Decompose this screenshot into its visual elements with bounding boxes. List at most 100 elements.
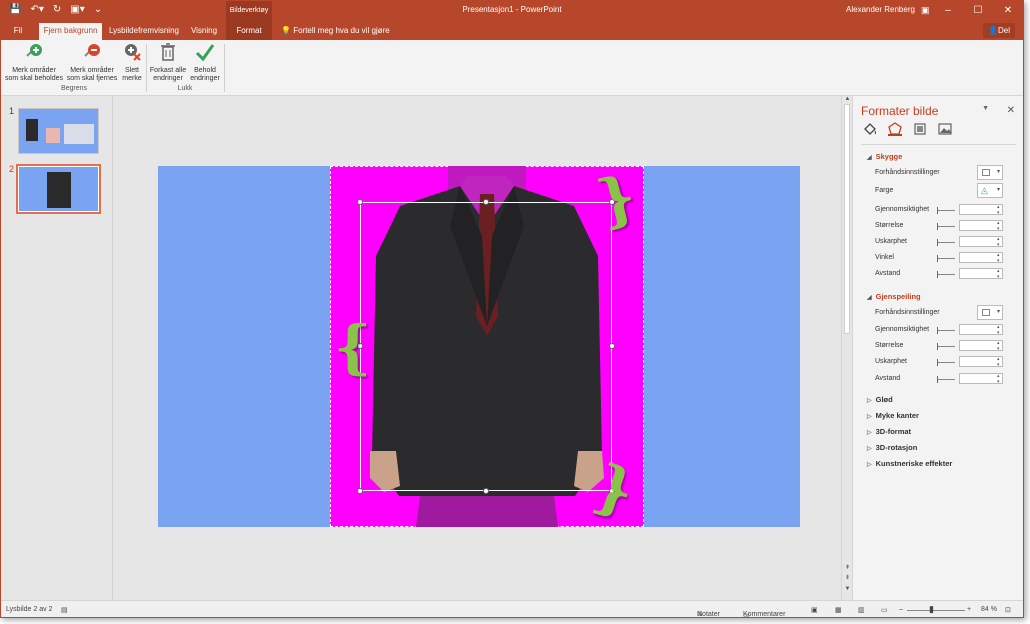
slideshow-view-icon[interactable]: ▭ bbox=[881, 606, 888, 614]
suit-photo[interactable]: } { } bbox=[330, 161, 644, 527]
zoom-slider-thumb[interactable]: ▮ bbox=[929, 604, 934, 615]
delete-mark-button[interactable]: Slett merke bbox=[119, 42, 145, 83]
ribbon-options-icon[interactable]: ▣ bbox=[921, 5, 930, 16]
slide-canvas[interactable]: } { } bbox=[158, 161, 800, 527]
tell-me-search[interactable]: 💡 Fortell meg hva du vil gjøre bbox=[281, 26, 390, 35]
shadow-presets-dropdown[interactable]: ▾ bbox=[977, 165, 1003, 180]
reflection-presets-dropdown[interactable]: ▾ bbox=[977, 305, 1003, 320]
shadow-color-picker[interactable]: ◬ ▾ bbox=[977, 183, 1003, 198]
ribbon-display-options: ▣ bbox=[921, 5, 930, 16]
tab-format[interactable]: Format bbox=[226, 20, 272, 40]
section-label: 3D-format bbox=[875, 427, 912, 436]
pane-options-icon[interactable]: ▼ bbox=[982, 105, 989, 112]
user-name[interactable]: Alexander Renberg bbox=[846, 5, 915, 14]
person-icon: 👤 bbox=[988, 26, 998, 35]
shadow-color-label: Farge bbox=[875, 187, 894, 194]
zoom-level[interactable]: 84 % bbox=[981, 606, 997, 613]
slide-count: Lysbilde 2 av 2 bbox=[6, 606, 53, 613]
share-button[interactable]: 👤Del bbox=[983, 23, 1015, 38]
reflection-blur-input[interactable] bbox=[959, 356, 1003, 368]
reflection-distance-input[interactable] bbox=[959, 373, 1003, 385]
reflection-blur-slider[interactable] bbox=[937, 359, 955, 366]
shadow-blur-input[interactable] bbox=[959, 236, 1003, 248]
pane-category-tabs bbox=[863, 122, 952, 136]
slide-editing-area: } { } bbox=[114, 96, 841, 600]
tab-file[interactable]: Fil bbox=[5, 23, 31, 40]
resize-handle[interactable] bbox=[609, 343, 615, 349]
resize-handle[interactable] bbox=[483, 199, 489, 205]
reflection-size-input[interactable] bbox=[959, 340, 1003, 352]
comments-label: Kommentarer bbox=[743, 611, 786, 618]
keep-changes-button[interactable]: Behold endringer bbox=[187, 42, 223, 83]
reading-view-icon[interactable]: ▥ bbox=[858, 606, 865, 614]
soft-edges-section-header[interactable]: ▷ Myke kanter bbox=[867, 411, 919, 420]
thumbnail-number: 2 bbox=[9, 164, 15, 174]
mark-remove-button[interactable]: Merk områder som skal fjernes bbox=[65, 42, 119, 83]
thumb-suit-image bbox=[47, 172, 71, 208]
group-close-label: Lukk bbox=[177, 85, 193, 92]
3d-format-section-header[interactable]: ▷ 3D-format bbox=[867, 427, 911, 436]
thumb-suit-image bbox=[26, 119, 38, 141]
shadow-blur-slider[interactable] bbox=[937, 239, 955, 246]
selection-box[interactable] bbox=[357, 199, 615, 494]
scroll-thumb[interactable] bbox=[844, 104, 850, 334]
resize-handle[interactable] bbox=[357, 199, 363, 205]
shadow-transparency-input[interactable] bbox=[959, 204, 1003, 216]
shadow-distance-slider[interactable] bbox=[937, 271, 955, 278]
mark-keep-button[interactable]: Merk områder som skal beholdes bbox=[3, 42, 65, 83]
fill-line-icon[interactable] bbox=[863, 122, 877, 136]
slide-thumbnail-pane: 1 2 bbox=[1, 96, 113, 600]
delete-mark-icon bbox=[125, 44, 141, 61]
artistic-effects-section-header[interactable]: ▷ Kunstneriske effekter bbox=[867, 459, 952, 468]
normal-view-icon[interactable]: ▣ bbox=[811, 606, 818, 614]
shadow-size-input[interactable] bbox=[959, 220, 1003, 232]
fit-slide-icon[interactable]: ⊡ bbox=[1005, 606, 1011, 614]
reflection-section-header[interactable]: ◢ Gjenspeiling bbox=[867, 292, 921, 301]
preset-swatch-icon bbox=[982, 169, 990, 176]
shadow-section-header[interactable]: ◢ Skygge bbox=[867, 152, 902, 161]
vertical-scrollbar[interactable]: ▲ ⇞ ⇟ ▼ bbox=[841, 96, 852, 600]
slide-sorter-icon[interactable]: ▦ bbox=[835, 606, 842, 614]
group-refine-label: Begrens bbox=[60, 85, 88, 92]
zoom-out-icon[interactable]: – bbox=[899, 606, 903, 613]
picture-icon[interactable] bbox=[938, 122, 952, 136]
3d-rotation-section-header[interactable]: ▷ 3D-rotasjon bbox=[867, 443, 917, 452]
slide-thumbnail-2[interactable] bbox=[16, 164, 101, 214]
size-properties-icon[interactable] bbox=[913, 122, 927, 136]
close-pane-icon[interactable]: ✕ bbox=[1007, 105, 1015, 116]
shadow-angle-slider[interactable] bbox=[937, 255, 955, 262]
close-icon[interactable]: ✕ bbox=[993, 1, 1023, 20]
expanded-triangle-icon: ◢ bbox=[867, 155, 872, 161]
tell-me-label: Fortell meg hva du vil gjøre bbox=[293, 26, 390, 35]
shadow-presets-label: Forhåndsinnstillinger bbox=[875, 169, 940, 176]
reflection-transparency-input[interactable] bbox=[959, 324, 1003, 336]
shadow-angle-input[interactable] bbox=[959, 252, 1003, 264]
resize-handle[interactable] bbox=[483, 488, 489, 494]
slide-thumbnail-1[interactable] bbox=[18, 108, 99, 154]
expanded-triangle-icon: ◢ bbox=[867, 295, 872, 301]
effects-icon[interactable] bbox=[888, 122, 902, 136]
maximize-icon[interactable]: ☐ bbox=[963, 1, 993, 20]
powerpoint-window: 💾 ↶▾ ↻ ▣▾ ⌄ Bildeverktøy Presentasjon1 -… bbox=[0, 0, 1024, 618]
shadow-size-slider[interactable] bbox=[937, 223, 955, 230]
tab-view[interactable]: Visning bbox=[185, 23, 223, 40]
resize-handle[interactable] bbox=[357, 488, 363, 494]
ribbon-tabs: Fil Fjern bakgrunn Lysbildefremvisning V… bbox=[1, 20, 1023, 40]
minimize-icon[interactable]: – bbox=[933, 1, 963, 20]
reflection-size-slider[interactable] bbox=[937, 343, 955, 350]
reflection-distance-slider[interactable] bbox=[937, 376, 955, 383]
delete-mark-label-1: Slett bbox=[124, 67, 139, 74]
glow-section-header[interactable]: ▷ Glød bbox=[867, 395, 893, 404]
shadow-distance-input[interactable] bbox=[959, 268, 1003, 280]
preset-swatch-icon bbox=[982, 309, 990, 316]
status-bar: Lysbilde 2 av 2 ▤ ≙ Notater ▭ Kommentare… bbox=[1, 600, 1023, 618]
tab-slideshow[interactable]: Lysbildefremvisning bbox=[105, 23, 183, 40]
mark-keep-label-1: Merk områder bbox=[12, 67, 56, 74]
zoom-in-icon[interactable]: + bbox=[967, 606, 971, 613]
tab-remove-background[interactable]: Fjern bakgrunn bbox=[39, 23, 102, 40]
spell-check-icon[interactable]: ▤ bbox=[61, 606, 68, 614]
zoom-slider[interactable] bbox=[907, 610, 965, 611]
shadow-transparency-slider[interactable] bbox=[937, 207, 955, 214]
reflection-transparency-slider[interactable] bbox=[937, 327, 955, 334]
discard-changes-button[interactable]: Forkast alle endringer bbox=[147, 42, 189, 83]
